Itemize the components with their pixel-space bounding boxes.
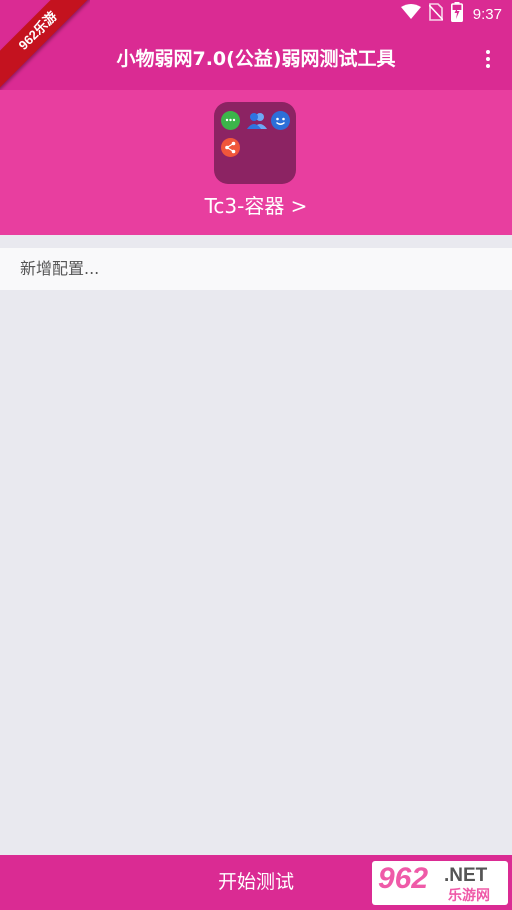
watermark-logo-subtext: 乐游网 — [448, 888, 490, 904]
watermark-ribbon-text: 962乐游 — [0, 0, 90, 90]
container-header: Tc3-容器 > — [0, 90, 512, 235]
watermark-logo: 962 .NET 乐游网 — [372, 861, 508, 905]
battery-charging-icon — [450, 2, 463, 26]
bottom-bar: 开始测试 962 .NET 乐游网 — [0, 855, 512, 910]
watermark-logo-number: 962 — [378, 862, 429, 895]
share-icon — [221, 138, 240, 157]
container-selector[interactable]: Tc3-容器 > — [0, 190, 512, 219]
contacts-icon — [246, 111, 267, 130]
add-config-item[interactable]: 新增配置... — [0, 248, 512, 290]
status-icons: 9:37 — [400, 2, 502, 26]
app-folder[interactable] — [214, 102, 296, 184]
chat-icon — [221, 111, 240, 130]
app-screen: 9:37 962乐游 小物弱网7.0(公益)弱网测试工具 Tc3-容器 > 新增… — [0, 0, 512, 910]
status-time: 9:37 — [472, 5, 502, 23]
watermark-logo-domain: .NET — [444, 865, 488, 886]
watermark-ribbon: 962乐游 — [0, 0, 90, 90]
face-icon — [271, 111, 290, 130]
no-sim-icon — [428, 3, 444, 25]
wifi-icon — [400, 4, 421, 24]
more-vert-icon[interactable] — [476, 47, 500, 71]
